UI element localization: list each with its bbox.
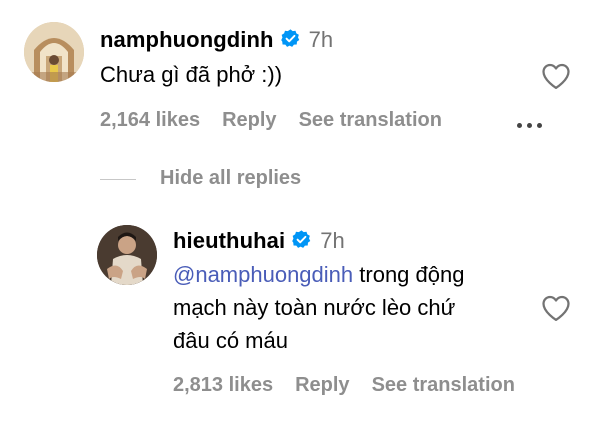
reply-mention-link[interactable]: @namphuongdinh [173, 262, 353, 287]
avatar-hieuthuhai[interactable] [97, 225, 157, 285]
comment-meta-row: 2,164 likes Reply See translation [100, 107, 442, 133]
heart-icon [542, 295, 570, 321]
comment-like-button[interactable] [541, 62, 571, 90]
reply-timestamp[interactable]: 7h [320, 228, 344, 254]
avatar-namphuongdinh[interactable] [24, 22, 84, 82]
hide-replies-button[interactable]: Hide all replies [160, 167, 301, 190]
avatar-image [24, 22, 84, 82]
reply-see-translation[interactable]: See translation [372, 374, 515, 397]
reply-text-segment: trong động [359, 262, 465, 287]
reply-like-button[interactable] [541, 294, 571, 322]
reply-text-line-1: @namphuongdinh trong động [173, 258, 464, 291]
comment-text: Chưa gì đã phở :)) [100, 62, 283, 87]
reply-header: hieuthuhai 7h [173, 225, 345, 257]
comment-see-translation[interactable]: See translation [299, 109, 442, 132]
comment-reply-button[interactable]: Reply [222, 109, 276, 132]
reply-meta-row: 2,813 likes Reply See translation [173, 372, 515, 398]
comment-timestamp[interactable]: 7h [309, 27, 333, 53]
comment-header: namphuongdinh 7h [100, 24, 333, 56]
reply-reply-button[interactable]: Reply [295, 374, 349, 397]
comment-likes-count[interactable]: 2,164 likes [100, 109, 200, 132]
verified-badge-icon [280, 28, 301, 54]
avatar-image [97, 225, 157, 285]
reply-username[interactable]: hieuthuhai [173, 228, 285, 254]
reply-likes-count[interactable]: 2,813 likes [173, 374, 273, 397]
reply-text-line-2: mạch này toàn nước lèo chứ [173, 295, 456, 320]
more-options-icon[interactable] [517, 115, 547, 128]
verified-badge-icon [291, 229, 312, 255]
replies-divider [100, 179, 136, 180]
reply-text-line-3: đâu có máu [173, 328, 288, 353]
comment-username[interactable]: namphuongdinh [100, 27, 274, 53]
reply-text: @namphuongdinh trong động mạch này toàn … [173, 258, 464, 357]
heart-icon [542, 63, 570, 89]
